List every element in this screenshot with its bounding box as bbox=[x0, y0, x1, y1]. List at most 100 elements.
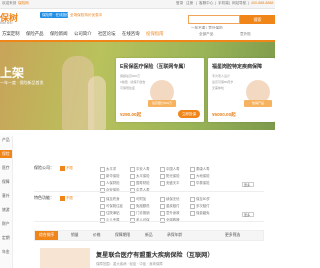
filter-option[interactable]: 续保无忧 bbox=[160, 196, 180, 202]
sidebar-item[interactable]: 产品 bbox=[2, 138, 10, 143]
checkbox-icon[interactable] bbox=[160, 210, 165, 216]
checkbox-icon[interactable] bbox=[160, 203, 165, 209]
nav-item-products[interactable]: 保险产品 bbox=[26, 31, 44, 37]
checkbox-icon[interactable] bbox=[160, 180, 165, 186]
filter-option[interactable]: 中国人寿 bbox=[160, 166, 180, 172]
filter-option[interactable]: 大地保险 bbox=[190, 173, 210, 179]
checkbox-icon[interactable] bbox=[130, 196, 135, 202]
filter-option[interactable]: 华泰保险 bbox=[190, 180, 210, 186]
nav-item-forum[interactable]: 社区论坛 bbox=[98, 31, 116, 37]
filter-option[interactable]: 太平保险 bbox=[130, 173, 150, 179]
sidebar-item[interactable]: 年金 bbox=[2, 250, 10, 255]
more-dropdown[interactable]: 更多 bbox=[242, 212, 254, 217]
topbar-login[interactable]: 登录 bbox=[176, 1, 183, 6]
checkbox-icon[interactable] bbox=[100, 166, 105, 172]
filter-option[interactable]: 保至80岁 bbox=[190, 196, 210, 202]
filter-option-label: 不限 bbox=[66, 196, 73, 200]
topbar-register[interactable]: 注册 bbox=[186, 1, 193, 6]
nav-item-consult[interactable]: 在线咨询 bbox=[122, 31, 140, 37]
nav-right-accident[interactable]: 意外险 bbox=[240, 32, 251, 37]
nav-right-all[interactable]: 全部产品 bbox=[199, 32, 213, 37]
checkbox-icon[interactable] bbox=[130, 210, 135, 216]
checkbox-icon[interactable] bbox=[60, 195, 65, 201]
filter-option[interactable]: 意外身故 bbox=[160, 210, 180, 216]
sort-item[interactable]: 新品 bbox=[145, 233, 153, 238]
sidebar-item-active[interactable]: 保险 bbox=[0, 150, 12, 158]
product-title[interactable]: 复星联合医疗有盟重大疾病保险（互联网） bbox=[96, 250, 214, 259]
product-thumbnail[interactable] bbox=[40, 248, 90, 268]
checkbox-icon[interactable] bbox=[100, 203, 105, 209]
top-bar: 欢迎来到 保险网 登录 注册 | 客服中心 | 手机端 | 网站导航 | 400… bbox=[0, 0, 275, 9]
sort-item[interactable]: 承保年龄 bbox=[167, 233, 182, 238]
hero-banner[interactable]: 上架 一年一度 · 保险新品首发 E民保医疗保险（互联网专属） 保额最高600万… bbox=[0, 42, 275, 130]
checkbox-icon[interactable] bbox=[160, 173, 165, 179]
sidebar-item[interactable]: 医疗 bbox=[2, 166, 10, 171]
sidebar-item[interactable]: 保障 bbox=[2, 180, 10, 185]
checkbox-icon[interactable] bbox=[60, 165, 65, 171]
filter-option[interactable]: 平安人寿 bbox=[130, 166, 150, 172]
sidebar-item[interactable]: 财产 bbox=[2, 222, 10, 227]
checkbox-icon[interactable] bbox=[100, 196, 105, 202]
filter-option[interactable]: 不限 bbox=[60, 195, 73, 201]
featured-product-card[interactable]: E民保医疗保险（互联网专属） 保额最高600万 0免赔 · 续保不健告 可保既往… bbox=[116, 58, 204, 122]
sort-item[interactable]: 保障期限 bbox=[115, 233, 130, 238]
checkbox-icon[interactable] bbox=[100, 210, 105, 216]
filter-option[interactable]: 多次赔付 bbox=[190, 203, 210, 209]
filter-option[interactable]: 泰康人寿 bbox=[190, 166, 210, 172]
checkbox-icon[interactable] bbox=[190, 196, 195, 202]
promo-badge[interactable]: 保险帮 · 在线投保 bbox=[40, 12, 70, 18]
card-feature: 0免赔 · 续保不健告 bbox=[120, 80, 146, 84]
nav-item-news[interactable]: 保险新闻 bbox=[50, 31, 68, 37]
topbar-sitemap[interactable]: 网站导航 bbox=[232, 1, 246, 6]
sidebar-item[interactable]: 定期 bbox=[2, 236, 10, 241]
filter-option[interactable]: 国寿财险 bbox=[130, 180, 150, 186]
checkbox-icon[interactable] bbox=[160, 196, 165, 202]
checkbox-icon[interactable] bbox=[190, 203, 195, 209]
nav-item-guide[interactable]: 投保指南 bbox=[146, 31, 164, 37]
checkbox-icon[interactable] bbox=[100, 173, 105, 179]
filter-option[interactable]: 人保财险 bbox=[100, 180, 120, 186]
filter-option[interactable]: 保至终身 bbox=[100, 196, 120, 202]
filter-option[interactable]: 阳光保险 bbox=[160, 173, 180, 179]
search-button[interactable]: 搜索 bbox=[240, 15, 275, 24]
checkbox-icon[interactable] bbox=[100, 180, 105, 186]
checkbox-icon[interactable] bbox=[130, 166, 135, 172]
filter-option[interactable]: 安盛天平 bbox=[160, 180, 180, 186]
topbar-site[interactable]: 保险网 bbox=[18, 1, 29, 6]
more-dropdown[interactable]: 更多 bbox=[242, 182, 254, 187]
checkbox-icon[interactable] bbox=[160, 166, 165, 172]
checkbox-icon[interactable] bbox=[130, 173, 135, 179]
sidebar-item[interactable]: 意外 bbox=[2, 194, 10, 199]
topbar-service[interactable]: 客服中心 bbox=[199, 1, 213, 6]
topbar-divider: | bbox=[248, 1, 249, 5]
filter-option[interactable]: 重疾赔付 bbox=[160, 203, 180, 209]
checkbox-icon[interactable] bbox=[130, 203, 135, 209]
featured-product-card[interactable]: 福星岗腔特定疾病保障 专为老人设计 最高可保80周岁 无需体检 热销产品 ¥50… bbox=[208, 58, 275, 122]
topbar-divider: | bbox=[229, 1, 230, 5]
topbar-mobile[interactable]: 手机端 bbox=[218, 1, 229, 6]
checkbox-icon[interactable] bbox=[190, 166, 195, 172]
sidebar-item[interactable]: 旅游 bbox=[2, 208, 10, 213]
filter-option[interactable]: 门诊报销 bbox=[130, 210, 150, 216]
filter-option[interactable]: 可保既往症 bbox=[100, 203, 123, 209]
filter-option[interactable]: 新华保险 bbox=[100, 173, 120, 179]
card-buy-button[interactable]: 立即投保 bbox=[178, 110, 200, 118]
sort-item-active[interactable]: 综合排序 bbox=[35, 231, 59, 240]
filter-option[interactable]: 太平洋 bbox=[100, 166, 116, 172]
nav-item-company[interactable]: 公司简介 bbox=[74, 31, 92, 37]
filter-option[interactable]: 免赔额低 bbox=[130, 203, 150, 209]
checkbox-icon[interactable] bbox=[190, 210, 195, 216]
sort-item[interactable]: 价格 bbox=[93, 233, 101, 238]
promo-link[interactable]: 全场保险特价优惠中 bbox=[70, 13, 102, 18]
filter-option[interactable]: 住院津贴 bbox=[100, 210, 120, 216]
checkbox-icon[interactable] bbox=[130, 180, 135, 186]
checkbox-icon[interactable] bbox=[190, 180, 195, 186]
checkbox-icon[interactable] bbox=[190, 173, 195, 179]
nav-item-custom-plan[interactable]: 方案定制 bbox=[2, 31, 20, 37]
filter-label: 保险公司： bbox=[34, 165, 54, 170]
filter-option[interactable]: 不限 bbox=[60, 165, 73, 171]
filter-option[interactable]: 保费豁免 bbox=[190, 210, 210, 216]
sort-item[interactable]: 更多筛选 bbox=[225, 233, 240, 238]
filter-option[interactable]: 可附加 bbox=[130, 196, 146, 202]
sort-item[interactable]: 销量 bbox=[71, 233, 79, 238]
